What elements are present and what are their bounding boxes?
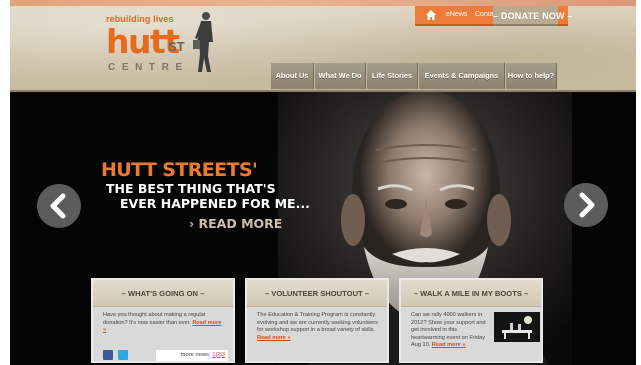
walkers-night-image[interactable] <box>494 312 540 342</box>
hero-subline-1: THE BEST THING THAT'S <box>106 181 276 196</box>
box-text: Have you thought about making a regular … <box>103 312 225 335</box>
twitter-icon[interactable] <box>118 350 128 360</box>
page-link-3[interactable]: 3 <box>222 352 225 358</box>
site-header: rebuilding lives hutt ST CENTRE eNews Co… <box>10 0 636 92</box>
news-box-whats-going-on: – WHAT'S GOING ON – Have you thought abo… <box>91 278 235 363</box>
chevron-right-icon <box>579 192 595 218</box>
read-more-link[interactable]: Read more » <box>432 342 466 348</box>
read-more-link[interactable]: Read more » <box>257 335 291 341</box>
walking-man-icon <box>193 12 213 72</box>
facebook-icon[interactable] <box>103 350 113 360</box>
news-box-volunteer-shoutout: – VOLUNTEER SHOUTOUT – The Education & T… <box>245 278 389 363</box>
box-title: – WALK A MILE IN MY BOOTS – <box>401 280 541 307</box>
box-text: Can we rally 4000 walkers in 2012? Show … <box>411 312 490 350</box>
nav-item-what-we-do[interactable]: What We Do <box>315 63 366 89</box>
slider-next-button[interactable] <box>564 183 608 227</box>
donate-now-button[interactable]: – DONATE NOW – <box>493 6 572 26</box>
website: rebuilding lives hutt ST CENTRE eNews Co… <box>0 0 641 365</box>
slider-prev-button[interactable] <box>37 184 81 228</box>
site-logo[interactable]: rebuilding lives hutt ST CENTRE <box>106 12 236 76</box>
hero-headline: HUTT STREETS' <box>101 159 258 181</box>
hero-slider: – WHAT'S GOING ON – Have you thought abo… <box>10 92 636 365</box>
box-title: – WHAT'S GOING ON – <box>93 280 233 307</box>
logo-st: ST <box>168 39 185 54</box>
box-body-text: The Education & Training Program is cons… <box>257 312 378 334</box>
news-box-walk-a-mile: – WALK A MILE IN MY BOOTS – Can we rally… <box>399 278 543 363</box>
nav-item-about-us[interactable]: About Us <box>271 63 314 89</box>
chevron-left-icon <box>50 193 66 219</box>
more-news-pager: more news: 1|2|3 <box>156 350 228 361</box>
nav-item-how-to-help[interactable]: How to help? <box>506 63 557 89</box>
box-title: – VOLUNTEER SHOUTOUT – <box>247 280 387 307</box>
enews-link[interactable]: eNews <box>446 11 467 18</box>
home-icon[interactable] <box>425 9 437 21</box>
nav-item-life-stories[interactable]: Life Stories <box>367 63 418 89</box>
nav-item-events-campaigns[interactable]: Events & Campaigns <box>419 63 505 89</box>
logo-centre: CENTRE <box>108 62 189 73</box>
box-text: The Education & Training Program is cons… <box>257 312 379 342</box>
box-body-text: Have you thought about making a regular … <box>103 312 206 326</box>
hero-read-more-link[interactable]: › READ MORE <box>189 217 282 231</box>
hero-subline-2: EVER HAPPENED FOR ME... <box>120 196 310 211</box>
more-news-label: more news: <box>180 352 211 358</box>
